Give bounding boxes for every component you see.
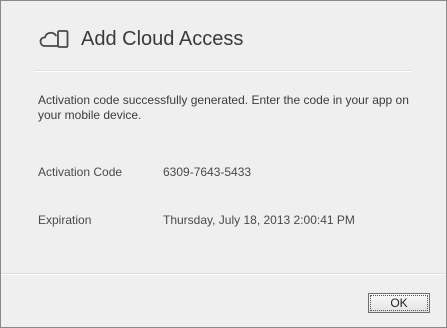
ok-button[interactable]: OK: [368, 293, 430, 313]
add-cloud-access-dialog: Add Cloud Access Activation code success…: [0, 0, 447, 328]
expiration-label: Expiration: [38, 213, 92, 227]
activation-code-label: Activation Code: [38, 165, 123, 179]
activation-code-value: 6309-7643-5433: [163, 165, 252, 179]
ok-button-label: OK: [370, 295, 428, 311]
success-message: Activation code successfully generated. …: [38, 93, 409, 122]
expiration-value: Thursday, July 18, 2013 2:00:41 PM: [163, 213, 355, 227]
footer-divider: [1, 273, 446, 275]
header-divider: [34, 70, 412, 72]
dialog-header: Add Cloud Access: [1, 1, 446, 77]
cloud-device-icon: [39, 30, 69, 48]
dialog-title: Add Cloud Access: [81, 28, 244, 50]
